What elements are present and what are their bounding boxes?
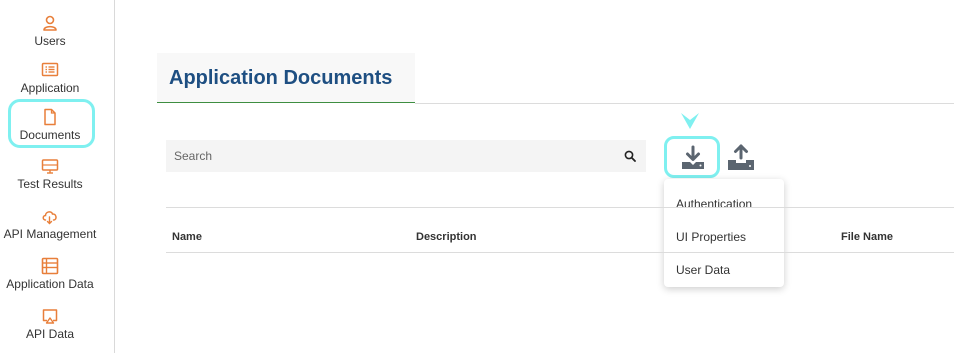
sidebar-item-label: Application Data — [6, 277, 94, 291]
page-title: Application Documents — [169, 67, 393, 89]
user-icon — [41, 14, 59, 32]
download-button[interactable] — [664, 136, 720, 178]
sidebar-item-api-management[interactable]: API Management — [0, 207, 100, 241]
cast-icon — [41, 307, 59, 325]
column-header-name[interactable]: Name — [172, 231, 202, 243]
sidebar-item-users[interactable]: Users — [0, 14, 100, 48]
sidebar-item-label: Documents — [19, 128, 81, 142]
download-icon — [682, 145, 704, 169]
sidebar: Users Application Documents Test Results… — [0, 0, 115, 353]
table-top-border — [166, 207, 954, 208]
menu-item-user-data[interactable]: User Data — [676, 263, 730, 277]
sidebar-item-application-data[interactable]: Application Data — [0, 257, 100, 291]
table-header-border — [166, 252, 954, 253]
search-icon[interactable] — [624, 150, 636, 162]
sidebar-item-label: API Data — [25, 327, 75, 341]
table-icon — [41, 257, 59, 275]
upload-button[interactable] — [726, 142, 758, 174]
title-divider — [415, 103, 954, 104]
menu-item-ui-properties[interactable]: UI Properties — [676, 230, 746, 244]
pointer-arrow-icon — [681, 113, 699, 129]
search-input[interactable] — [166, 140, 616, 172]
sidebar-item-api-data[interactable]: API Data — [0, 307, 100, 341]
sidebar-item-label: Users — [34, 34, 66, 48]
upload-icon — [728, 144, 754, 170]
sidebar-item-documents[interactable]: Documents — [0, 108, 100, 142]
download-dropdown-menu: Authentication UI Properties User Data — [664, 179, 784, 287]
page-title-tab: Application Documents — [157, 53, 415, 103]
column-header-description[interactable]: Description — [416, 231, 477, 243]
sidebar-item-test-results[interactable]: Test Results — [0, 157, 100, 191]
sidebar-item-label: Test Results — [17, 177, 83, 191]
column-header-file-name[interactable]: File Name — [841, 231, 893, 243]
menu-item-authentication[interactable]: Authentication — [676, 197, 752, 211]
sidebar-item-label: API Management — [3, 227, 97, 241]
monitor-icon — [41, 157, 59, 175]
search-box — [166, 140, 646, 172]
sidebar-item-application[interactable]: Application — [0, 61, 100, 95]
cloud-icon — [41, 207, 59, 225]
file-icon — [41, 108, 59, 126]
sidebar-item-label: Application — [20, 81, 80, 95]
list-icon — [41, 61, 59, 79]
